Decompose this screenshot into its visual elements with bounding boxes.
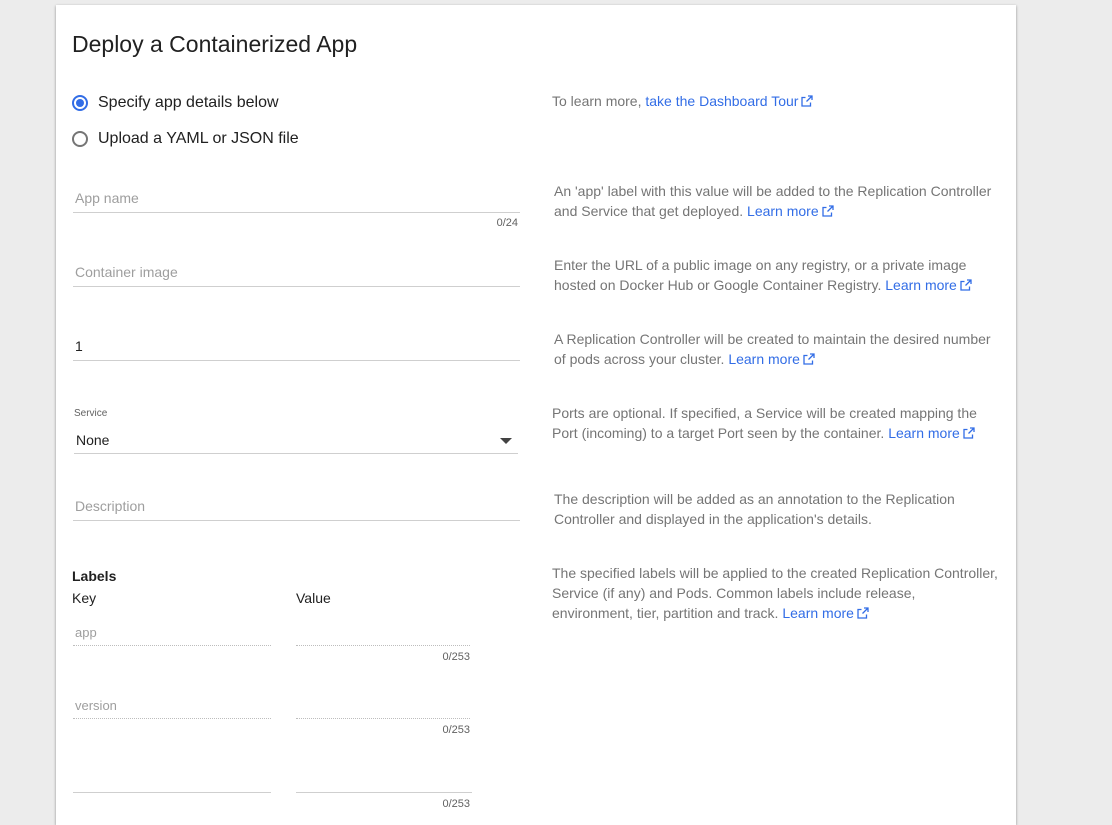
external-link-icon [960, 279, 972, 291]
label-value-counter: 0/253 [442, 724, 470, 736]
label-value-field [296, 768, 472, 793]
app-name-learn-more-link[interactable]: Learn more [747, 203, 834, 219]
labels-title: Labels [72, 568, 117, 584]
labels-help-text: The specified labels will be applied to … [552, 565, 998, 621]
labels-learn-more-text: Learn more [782, 605, 854, 621]
external-link-icon [857, 607, 869, 619]
dashboard-tour-link[interactable]: take the Dashboard Tour [645, 93, 814, 109]
pods-learn-more-link[interactable]: Learn more [728, 351, 815, 367]
description-field [73, 494, 520, 521]
label-value-input[interactable] [298, 623, 455, 641]
description-input[interactable] [75, 496, 515, 516]
labels-learn-more-link[interactable]: Learn more [782, 605, 869, 621]
description-help-text: The description will be added as an anno… [554, 491, 955, 527]
radio-label-specify: Specify app details below [98, 94, 279, 111]
service-select[interactable]: None [74, 429, 518, 454]
service-selected-value: None [76, 432, 110, 448]
label-key-field [73, 768, 271, 793]
tour-prefix: To learn more, [552, 93, 646, 109]
pods-learn-more-text: Learn more [728, 351, 800, 367]
description-help: The description will be added as an anno… [554, 489, 1002, 529]
external-link-icon [801, 95, 814, 107]
service-learn-more-text: Learn more [888, 425, 960, 441]
pods-field [73, 334, 520, 361]
radio-button-checked[interactable] [72, 95, 88, 111]
container-image-help: Enter the URL of a public image on any r… [554, 255, 1002, 295]
app-name-help: An 'app' label with this value will be a… [554, 181, 1002, 221]
service-learn-more-link[interactable]: Learn more [888, 425, 975, 441]
dashboard-tour-hint: To learn more, take the Dashboard Tour [552, 91, 1000, 111]
radio-label-upload: Upload a YAML or JSON file [98, 130, 299, 147]
label-key-field [73, 694, 271, 719]
app-name-learn-more-text: Learn more [747, 203, 819, 219]
container-image-input[interactable] [75, 262, 515, 282]
container-image-learn-more-text: Learn more [885, 277, 957, 293]
label-key-input[interactable] [75, 623, 254, 641]
external-link-icon [803, 353, 815, 365]
external-link-icon [963, 427, 975, 439]
pods-help: A Replication Controller will be created… [554, 329, 1002, 369]
radio-specify-details[interactable]: Specify app details below [72, 91, 279, 115]
deploy-card: Deploy a Containerized App Specify app d… [56, 5, 1016, 825]
app-name-counter: 0/24 [496, 217, 518, 229]
app-name-input[interactable] [75, 188, 515, 208]
external-link-icon [821, 205, 834, 217]
service-label: Service [74, 408, 108, 419]
label-value-counter: 0/253 [442, 651, 470, 663]
app-name-field [73, 186, 520, 213]
page-title: Deploy a Containerized App [72, 31, 358, 57]
label-key-input[interactable] [75, 696, 254, 714]
radio-button-unchecked[interactable] [72, 131, 88, 147]
label-value-counter: 0/253 [442, 798, 470, 810]
label-key-input[interactable] [75, 770, 254, 788]
container-image-learn-more-link[interactable]: Learn more [885, 277, 972, 293]
labels-key-header: Key [72, 590, 97, 606]
label-value-field [296, 621, 470, 646]
label-value-input[interactable] [298, 696, 455, 714]
container-image-field [73, 260, 520, 287]
labels-help: The specified labels will be applied to … [552, 563, 1000, 623]
radio-upload-file[interactable]: Upload a YAML or JSON file [72, 127, 299, 151]
label-value-field [296, 694, 470, 719]
chevron-down-icon [500, 438, 512, 444]
labels-value-header: Value [296, 590, 331, 606]
pods-input[interactable] [75, 336, 515, 356]
service-help: Ports are optional. If specified, a Serv… [552, 403, 1000, 443]
label-value-input[interactable] [298, 770, 457, 788]
label-key-field [73, 621, 271, 646]
dashboard-tour-link-text: take the Dashboard Tour [645, 93, 799, 109]
